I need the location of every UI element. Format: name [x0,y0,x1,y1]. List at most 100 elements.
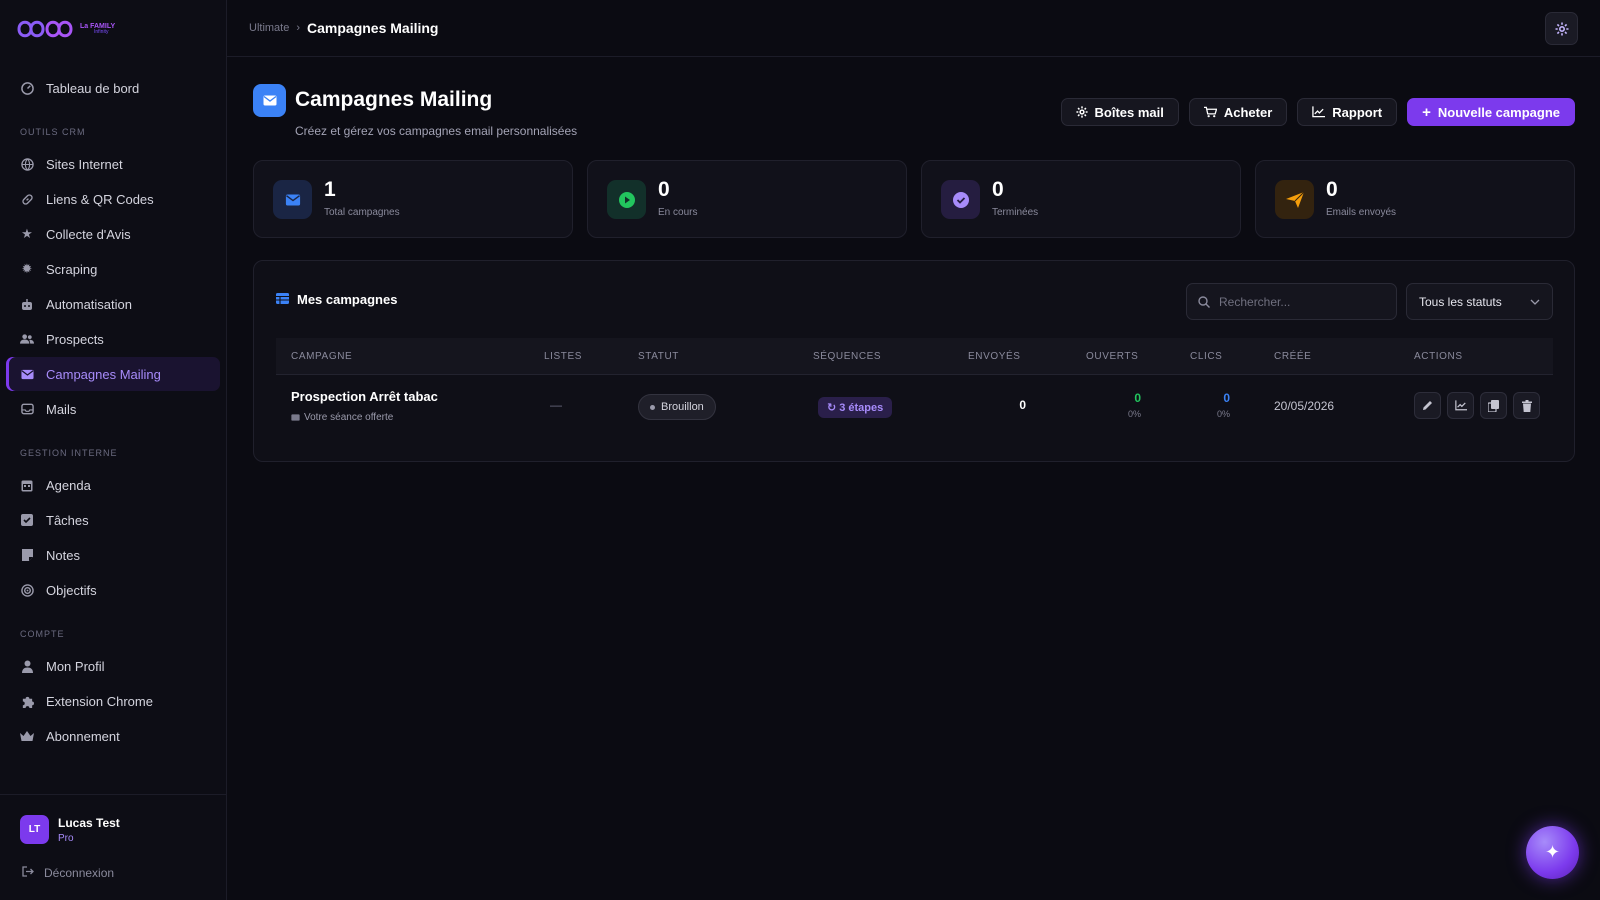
sidebar-item-label: Automatisation [46,296,132,312]
column-header-envoyes[interactable]: ENVOYÉS [968,351,1021,362]
delete-button[interactable] [1513,392,1540,419]
user-name: Lucas Test [58,815,120,830]
stat-label: En cours [658,207,698,218]
sidebar-item-tableau-de-bord[interactable]: Tableau de bord [6,71,220,105]
stat-value: 0 [1326,178,1338,201]
copy-icon [1488,399,1499,412]
stat-label: Total campagnes [324,207,400,218]
column-header-campagne[interactable]: CAMPAGNE [291,351,352,362]
sidebar-item-sites-internet[interactable]: Sites Internet [6,147,220,181]
cart-icon [1203,106,1217,118]
sidebar-item-extension-chrome[interactable]: Extension Chrome [6,684,220,718]
report-button[interactable]: Rapport [1297,98,1398,126]
brand-tagline: Infinity [94,28,109,35]
campaign-name[interactable]: Prospection Arrêt tabac [291,389,438,404]
table-icon [276,292,289,307]
column-header-statut[interactable]: STATUT [638,351,679,362]
column-header-clics[interactable]: CLICS [1190,351,1222,362]
sidebar-item-mon-profil[interactable]: Mon Profil [6,649,220,683]
sidebar-item-objectifs[interactable]: Objectifs [6,573,220,607]
stats-row: 1 Total campagnes 0 En cours 0 Terminées… [253,160,1575,238]
edit-button[interactable] [1414,392,1441,419]
sidebar-item-mails[interactable]: Mails [6,392,220,426]
sidebar-item-label: Abonnement [46,728,120,744]
sidebar-item-scraping[interactable]: ✹ Scraping [6,252,220,286]
search-box [1186,283,1397,320]
sidebar-item-notes[interactable]: Notes [6,538,220,572]
page-header: Campagnes Mailing Créez et gérez vos cam… [253,57,1575,160]
logout-label: Déconnexion [44,866,115,880]
breadcrumb-root-link[interactable]: Ultimate [249,22,289,34]
sent-count: 0 [1019,398,1026,412]
note-icon [20,548,34,562]
user-plan-badge: Pro [58,832,74,844]
column-header-creee[interactable]: CRÉÉE [1274,351,1311,362]
page-title: Campagnes Mailing [295,88,493,111]
new-campaign-button[interactable]: + Nouvelle campagne [1407,98,1575,126]
sidebar-item-campagnes-mailing[interactable]: Campagnes Mailing [6,357,220,391]
breadcrumb-separator-icon: › [296,22,301,34]
ai-assistant-button[interactable]: ✦ [1526,826,1579,879]
buy-label: Acheter [1223,104,1273,120]
user-card[interactable]: LT Lucas Test Pro [20,815,206,844]
crown-icon [20,729,34,743]
buy-button[interactable]: Acheter [1188,98,1288,126]
sidebar-item-liens-qr[interactable]: Liens & QR Codes [6,182,220,216]
users-icon [20,332,34,346]
brand-logo[interactable]: La FAMILY Infinity [0,0,226,57]
sidebar-item-abonnement[interactable]: Abonnement [6,719,220,753]
check-circle-icon [941,180,980,219]
status-filter-value: Tous les statuts [1419,294,1502,309]
sidebar-item-taches[interactable]: Tâches [6,503,220,537]
envelope-icon [20,367,34,381]
duplicate-button[interactable] [1480,392,1507,419]
avatar: LT [20,815,49,844]
status-text: Brouillon [661,401,704,413]
mailboxes-label: Boîtes mail [1094,104,1164,120]
panel-title-text: Mes campagnes [297,292,398,307]
nav-section-title: COMPTE [20,629,65,639]
sidebar-item-label: Notes [46,547,80,563]
status-filter-select[interactable]: Tous les statuts [1406,283,1553,320]
stats-button[interactable] [1447,392,1474,419]
column-header-listes[interactable]: LISTES [544,351,582,362]
opened-percent: 0% [1127,409,1141,419]
campaign-subject-text: Votre séance offerte [304,412,394,423]
table-row[interactable]: Prospection Arrêt tabac Votre séance off… [276,375,1553,439]
topbar: Ultimate › Campagnes Mailing [227,0,1600,57]
logout-icon [22,866,34,880]
settings-button[interactable] [1545,12,1578,45]
column-header-ouverts[interactable]: OUVERTS [1086,351,1138,362]
dashboard-icon [20,81,34,95]
panel-title: Mes campagnes [276,292,397,307]
logout-button[interactable]: Déconnexion [20,866,206,880]
sequences-badge[interactable]: ↻ 3 étapes [818,397,893,418]
sidebar-item-label: Mon Profil [46,658,105,674]
search-input[interactable] [1219,294,1389,309]
sidebar-item-label: Extension Chrome [46,693,153,709]
stat-card-total: 1 Total campagnes [253,160,573,238]
plus-icon: + [1422,103,1431,121]
campaigns-panel: Mes campagnes Tous les statuts CAMPAGNE … [253,260,1575,462]
sparkle-icon: ✦ [1544,842,1561,862]
stat-label: Emails envoyés [1326,207,1397,218]
sidebar-item-agenda[interactable]: Agenda [6,468,220,502]
target-icon [20,583,34,597]
column-header-sequences[interactable]: SÉQUENCES [813,351,881,362]
report-label: Rapport [1332,104,1383,120]
sidebar-item-prospects[interactable]: Prospects [6,322,220,356]
nav-section-title: GESTION INTERNE [20,448,118,458]
globe-icon [20,157,34,171]
sidebar-item-label: Scraping [46,261,98,277]
sidebar-item-automatisation[interactable]: Automatisation [6,287,220,321]
table-header: CAMPAGNE LISTES STATUT SÉQUENCES ENVOYÉS… [276,338,1553,375]
sidebar-item-label: Mails [46,401,77,417]
sidebar-item-collecte-avis[interactable]: ★ Collecte d'Avis [6,217,220,251]
sidebar-item-label: Prospects [46,331,104,347]
stat-value: 0 [658,178,670,201]
sequences-text: 3 étapes [839,401,884,414]
stat-card-sent: 0 Emails envoyés [1255,160,1575,238]
mailboxes-button[interactable]: Boîtes mail [1060,98,1179,126]
stat-value: 0 [992,178,1004,201]
chart-line-icon [1312,106,1326,118]
